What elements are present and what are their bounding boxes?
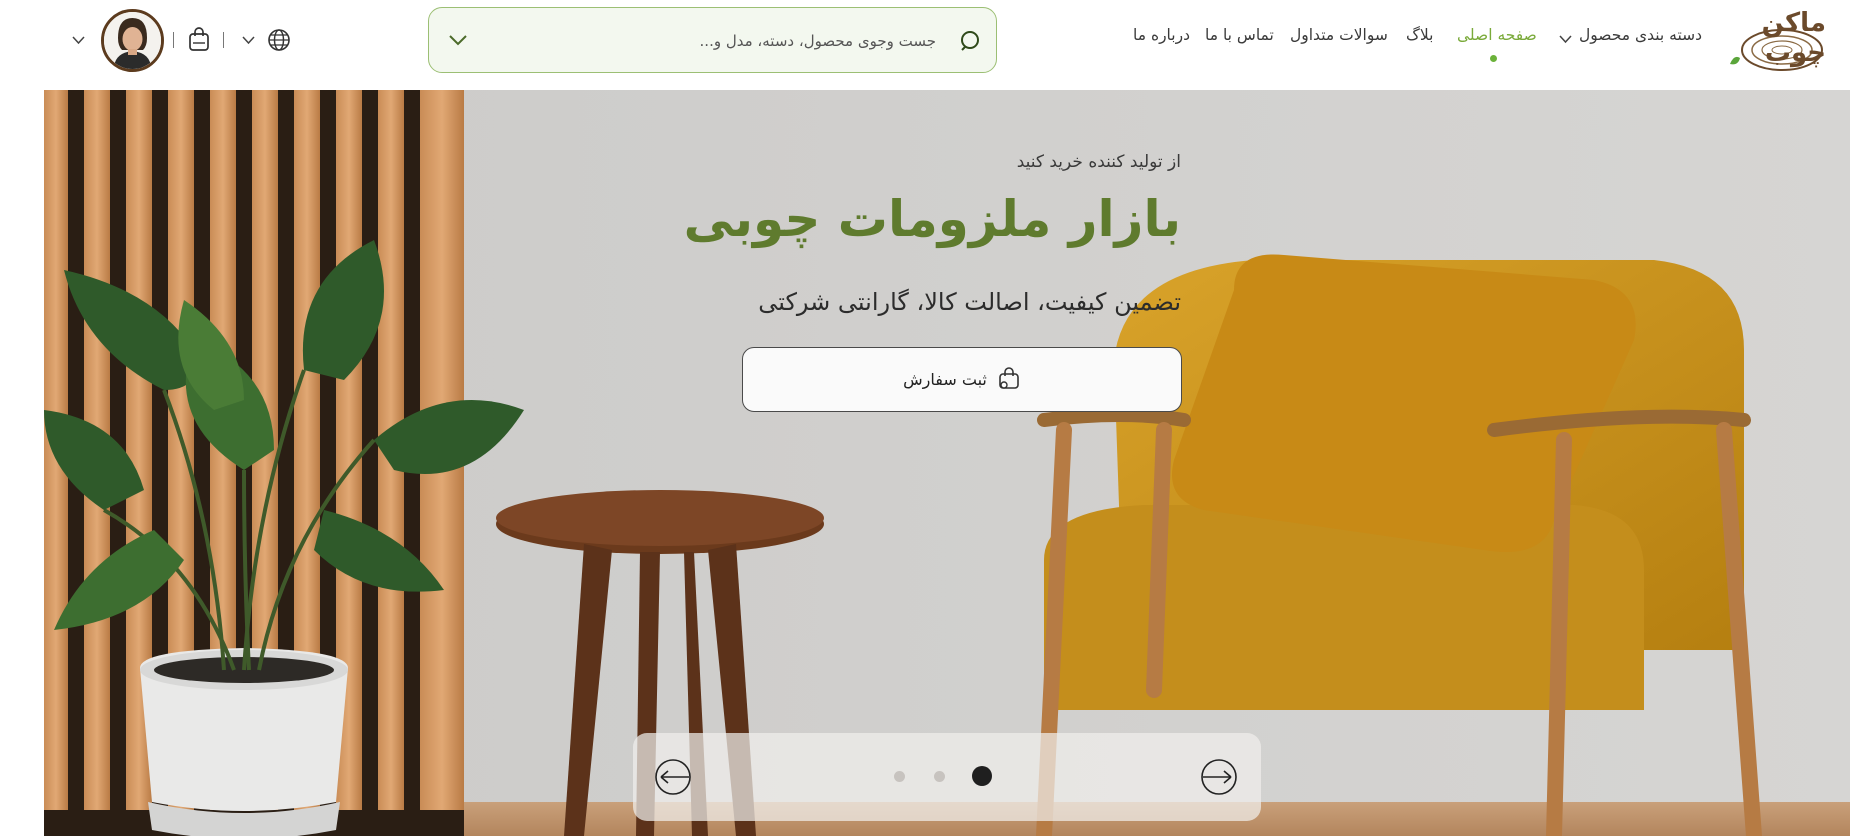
nav-item-label: دسته بندی محصول: [1579, 26, 1703, 44]
hero-title: بازار ملزومات چوبی: [683, 190, 1181, 248]
place-order-button[interactable]: ثبت سفارش: [742, 347, 1182, 412]
hero-description: تضمین کیفیت، اصالت کالا، گارانتی شرکتی: [758, 288, 1181, 316]
logo-text: ماکن چوب: [1761, 8, 1826, 68]
divider: [173, 32, 174, 48]
nav-item-label: سوالات متداول: [1290, 26, 1388, 44]
arrow-right-icon[interactable]: [1197, 756, 1241, 798]
site-logo[interactable]: ماکن چوب: [1722, 8, 1826, 72]
search-icon[interactable]: [958, 28, 984, 54]
hero-slider-controls: [633, 733, 1261, 821]
site-header: ماکن چوب دسته بندی محصول صفحه اصلی بلاگ …: [0, 0, 1868, 90]
nav-item-blog[interactable]: بلاگ: [1406, 26, 1433, 44]
nav-item-home[interactable]: صفحه اصلی: [1457, 26, 1537, 44]
slider-dot-active[interactable]: [972, 766, 992, 786]
slider-dot[interactable]: [894, 771, 905, 782]
chevron-down-icon[interactable]: [240, 34, 256, 46]
nav-item-categories[interactable]: دسته بندی محصول: [1559, 26, 1703, 44]
divider: [223, 32, 224, 48]
slider-dot[interactable]: [934, 771, 945, 782]
chevron-down-icon: [1559, 30, 1572, 48]
shopping-bag-icon[interactable]: [187, 25, 211, 53]
user-avatar-icon: [104, 12, 161, 69]
nav-item-label: تماس با ما: [1205, 26, 1274, 44]
nav-item-faq[interactable]: سوالات متداول: [1290, 26, 1388, 44]
nav-item-about[interactable]: درباره ما: [1133, 26, 1190, 44]
arrow-left-icon[interactable]: [651, 756, 695, 798]
active-indicator-dot: [1490, 55, 1497, 62]
hero-subtitle: از تولید کننده خرید کنید: [1016, 152, 1181, 172]
nav-item-label: صفحه اصلی: [1457, 26, 1537, 44]
search-input[interactable]: [516, 30, 936, 52]
nav-item-label: بلاگ: [1406, 26, 1434, 44]
hero-banner: از تولید کننده خرید کنید بازار ملزومات چ…: [44, 90, 1850, 836]
search-bar: [428, 7, 997, 73]
shopping-bag-icon: [997, 366, 1021, 394]
avatar[interactable]: [101, 9, 164, 72]
globe-icon[interactable]: [266, 27, 292, 53]
nav-item-label: درباره ما: [1133, 26, 1190, 44]
place-order-label: ثبت سفارش: [903, 370, 987, 389]
nav-item-contact[interactable]: تماس با ما: [1205, 26, 1274, 44]
chevron-down-icon[interactable]: [70, 34, 86, 46]
chevron-down-icon[interactable]: [445, 30, 471, 50]
